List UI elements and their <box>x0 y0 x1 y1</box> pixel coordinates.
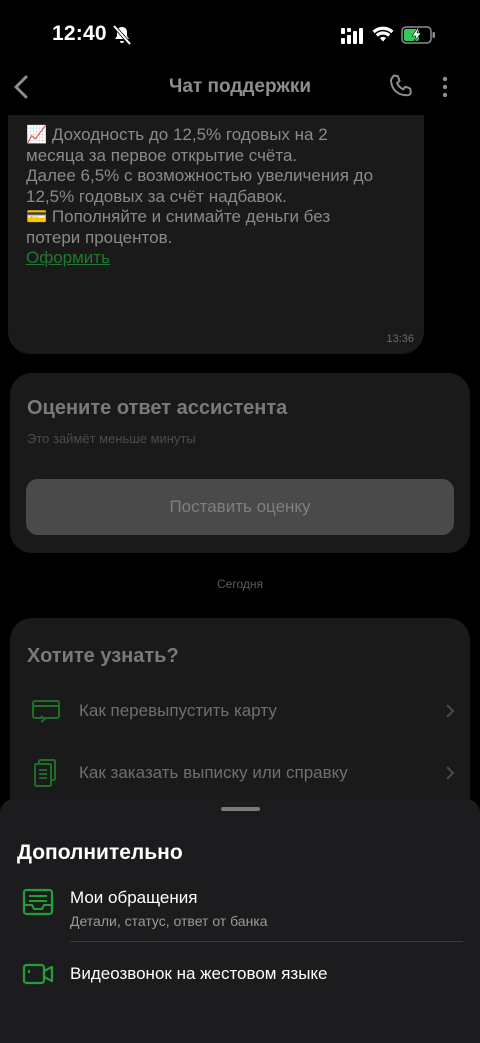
phone-icon[interactable] <box>388 73 414 99</box>
battery-charging-icon <box>401 26 435 44</box>
status-time: 12:40 <box>52 22 107 45</box>
sheet-title: Дополнительно <box>17 841 183 864</box>
documents-icon <box>34 759 56 787</box>
bell-off-icon <box>113 25 131 45</box>
cellular-signal-icon <box>341 28 363 44</box>
rate-title: Оцените ответ ассистента <box>27 397 288 419</box>
faq-item-label: Как заказать выписку или справку <box>79 763 348 782</box>
rate-subtitle: Это займёт меньше минуты <box>27 431 196 446</box>
assistant-message-bubble: 📈 Доходность до 12,5% годовых на 2 месяц… <box>8 115 424 354</box>
message-time: 13:36 <box>386 333 414 345</box>
rate-button[interactable]: Поставить оценку <box>26 479 454 535</box>
more-options-sheet: Дополнительно Мои обращения Детали, стат… <box>0 799 480 1043</box>
chat-header: Чат поддержки <box>0 70 480 120</box>
card-reissue-icon <box>32 700 60 723</box>
chevron-right-icon <box>446 704 455 718</box>
rate-answer-card: Оцените ответ ассистента Это займёт мень… <box>10 373 470 553</box>
chat-area[interactable]: 📈 Доходность до 12,5% годовых на 2 месяц… <box>0 115 480 878</box>
faq-item-reissue-card[interactable]: Как перевыпустить карту <box>10 686 470 736</box>
my-requests-item[interactable]: Мои обращения Детали, статус, ответ от б… <box>0 879 480 939</box>
more-vertical-icon[interactable] <box>440 75 450 99</box>
video-camera-icon <box>22 963 54 985</box>
video-call-label: Видеозвонок на жестовом языке <box>70 964 328 983</box>
faq-title: Хотите узнать? <box>27 645 179 667</box>
apply-link[interactable]: Оформить <box>26 248 110 268</box>
my-requests-subtitle: Детали, статус, ответ от банка <box>70 913 268 929</box>
wifi-icon <box>372 26 394 42</box>
faq-item-label: Как перевыпустить карту <box>79 701 277 720</box>
sign-language-video-call-item[interactable]: Видеозвонок на жестовом языке <box>0 956 480 996</box>
faq-item-statement[interactable]: Как заказать выписку или справку <box>10 748 470 798</box>
sheet-divider <box>70 941 463 942</box>
chevron-right-icon <box>446 766 455 780</box>
inbox-icon <box>22 888 54 916</box>
date-divider: Сегодня <box>217 577 263 591</box>
message-text: 📈 Доходность до 12,5% годовых на 2 месяц… <box>26 125 374 247</box>
my-requests-label: Мои обращения <box>70 888 198 907</box>
sheet-grabber[interactable] <box>221 807 260 811</box>
status-bar: 12:40 <box>0 0 480 70</box>
